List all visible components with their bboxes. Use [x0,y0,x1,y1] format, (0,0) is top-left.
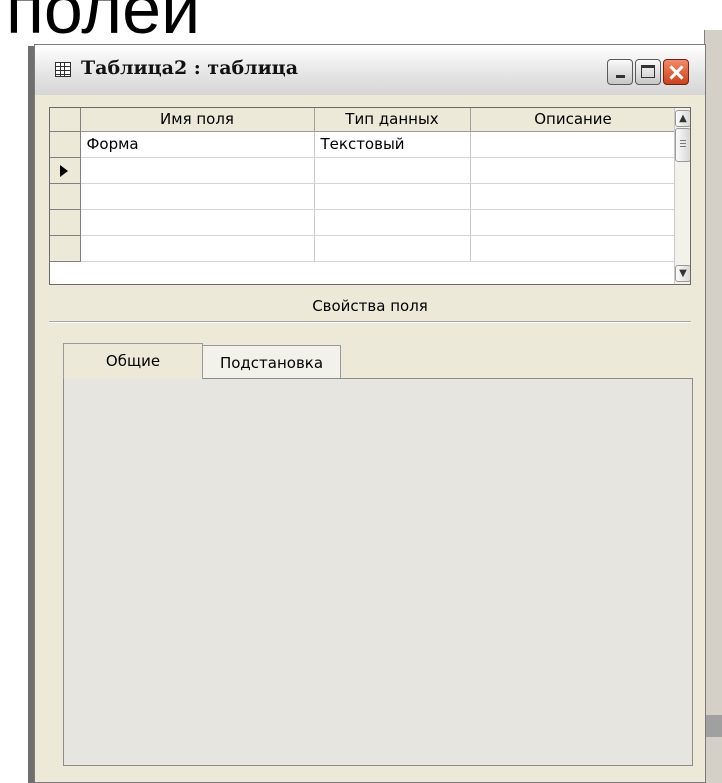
row-selector[interactable] [50,157,81,184]
field-name-cell[interactable]: Форма [80,131,315,158]
tab-general[interactable]: Общие [63,343,203,379]
description-cell[interactable] [470,131,677,158]
scroll-thumb[interactable] [675,128,690,162]
close-button[interactable] [663,59,689,85]
tab-lookup[interactable]: Подстановка [203,345,341,379]
table-row [50,157,677,184]
column-header-description[interactable]: Описание [470,108,677,132]
scroll-down-button[interactable]: ▼ [675,265,690,282]
description-cell[interactable] [470,157,677,184]
data-type-cell[interactable] [314,183,471,210]
column-header-data-type[interactable]: Тип данных [314,108,471,132]
row-selector[interactable] [50,235,81,262]
background-window-edge [704,30,722,783]
table-icon [55,62,71,77]
field-properties-label: Свойства поля [312,297,428,315]
maximize-button[interactable] [635,59,661,85]
field-name-cell[interactable] [80,157,315,184]
table-row [50,235,677,262]
properties-tab-panel [63,378,693,766]
description-cell[interactable] [470,235,677,262]
data-type-cell[interactable] [314,235,471,262]
data-type-cell[interactable] [314,209,471,236]
data-type-cell[interactable] [314,157,471,184]
field-name-cell[interactable] [80,209,315,236]
table-row [50,209,677,236]
corner-selector[interactable] [50,108,81,132]
field-design-grid: Имя поля Тип данных Описание Форма Текст… [49,107,691,285]
row-selector[interactable] [50,131,81,158]
scroll-up-button[interactable]: ▲ [675,110,690,127]
column-header-field-name[interactable]: Имя поля [80,108,315,132]
chevron-up-icon: ▲ [679,113,687,124]
row-selector[interactable] [50,209,81,236]
current-row-arrow-icon [60,164,68,177]
field-name-cell[interactable] [80,183,315,210]
slide-heading: полей [6,0,201,48]
table-row [50,183,677,210]
vertical-scrollbar[interactable]: ▲ ▼ [674,108,690,284]
field-name-cell[interactable] [80,235,315,262]
background-band [705,715,722,737]
title-bar[interactable]: Таблица2 : таблица [35,45,705,95]
table-design-window: Таблица2 : таблица Имя поля Тип данных О… [34,44,706,783]
description-cell[interactable] [470,183,677,210]
data-type-cell[interactable]: Текстовый [314,131,471,158]
table-row: Форма Текстовый [50,131,677,158]
description-cell[interactable] [470,209,677,236]
chevron-down-icon: ▼ [679,268,687,279]
window-title: Таблица2 : таблица [81,57,299,79]
minimize-button[interactable] [607,59,633,85]
properties-divider [49,321,691,322]
row-selector[interactable] [50,183,81,210]
